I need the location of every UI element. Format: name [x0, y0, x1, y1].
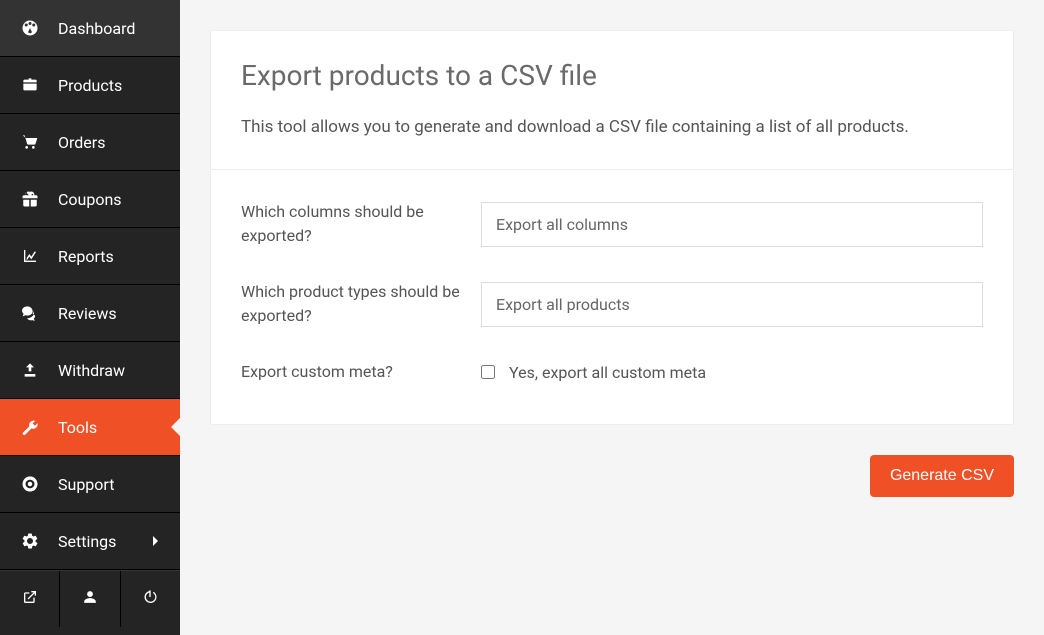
columns-select[interactable]: Export all columns	[481, 202, 983, 247]
wrench-icon	[20, 418, 40, 436]
cart-icon	[20, 134, 40, 150]
sidebar-item-orders[interactable]: Orders	[0, 114, 180, 171]
sidebar-item-label: Reviews	[58, 304, 160, 323]
types-select[interactable]: Export all products	[481, 282, 983, 327]
upload-icon	[20, 362, 40, 378]
sidebar-item-label: Reports	[58, 247, 160, 266]
sidebar-item-settings[interactable]: Settings	[0, 513, 180, 570]
gear-icon	[20, 532, 40, 550]
sidebar-item-coupons[interactable]: Coupons	[0, 171, 180, 228]
panel-description: This tool allows you to generate and dow…	[241, 114, 983, 141]
actions-row: Generate CSV	[210, 425, 1014, 497]
sidebar: Dashboard Products Orders Coupons Report…	[0, 0, 180, 635]
generate-csv-button[interactable]: Generate CSV	[870, 455, 1014, 497]
meta-checkbox[interactable]	[481, 365, 495, 379]
sidebar-footer	[0, 570, 180, 627]
panel-body: Which columns should be exported? Export…	[211, 170, 1013, 424]
comments-icon	[20, 305, 40, 321]
types-label: Which product types should be exported?	[241, 280, 481, 328]
sidebar-item-reports[interactable]: Reports	[0, 228, 180, 285]
chart-icon	[20, 248, 40, 264]
form-row-columns: Which columns should be exported? Export…	[241, 200, 983, 248]
external-link-icon	[22, 589, 38, 609]
form-row-types: Which product types should be exported? …	[241, 280, 983, 328]
sidebar-item-label: Dashboard	[58, 19, 160, 38]
sidebar-item-tools[interactable]: Tools	[0, 399, 180, 456]
panel-header: Export products to a CSV file This tool …	[211, 31, 1013, 170]
sidebar-item-label: Coupons	[58, 190, 160, 209]
sidebar-item-dashboard[interactable]: Dashboard	[0, 0, 180, 57]
export-panel: Export products to a CSV file This tool …	[210, 30, 1014, 425]
meta-checkbox-label: Yes, export all custom meta	[509, 363, 706, 382]
sidebar-item-reviews[interactable]: Reviews	[0, 285, 180, 342]
dashboard-icon	[20, 19, 40, 37]
sidebar-item-label: Withdraw	[58, 361, 160, 380]
sidebar-item-products[interactable]: Products	[0, 57, 180, 114]
briefcase-icon	[20, 77, 40, 93]
form-row-meta: Export custom meta? Yes, export all cust…	[241, 360, 983, 384]
gift-icon	[20, 190, 40, 208]
main-content: Export products to a CSV file This tool …	[180, 0, 1044, 635]
sidebar-item-label: Settings	[58, 532, 152, 551]
sidebar-item-label: Products	[58, 76, 160, 95]
external-link-button[interactable]	[0, 571, 60, 627]
chevron-right-icon	[152, 532, 160, 551]
power-icon	[142, 589, 158, 609]
user-icon	[83, 589, 97, 609]
sidebar-item-withdraw[interactable]: Withdraw	[0, 342, 180, 399]
panel-title: Export products to a CSV file	[241, 59, 983, 92]
sidebar-item-label: Support	[58, 475, 160, 494]
sidebar-item-support[interactable]: Support	[0, 456, 180, 513]
lifering-icon	[20, 475, 40, 493]
sidebar-item-label: Orders	[58, 133, 160, 152]
logout-button[interactable]	[121, 571, 180, 627]
sidebar-item-label: Tools	[58, 418, 160, 437]
meta-label: Export custom meta?	[241, 360, 481, 384]
columns-label: Which columns should be exported?	[241, 200, 481, 248]
profile-button[interactable]	[60, 571, 120, 627]
